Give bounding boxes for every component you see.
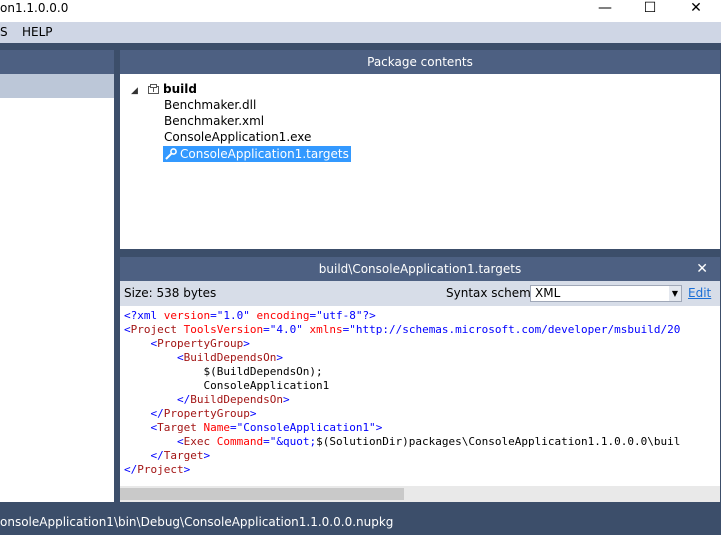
code-token: <: [124, 351, 184, 364]
code-token: =: [263, 435, 270, 448]
code-token: "4.0": [269, 323, 303, 336]
title-bar: on1.1.0.0.0 — ☐ ✕: [0, 0, 721, 22]
code-token: >: [276, 351, 283, 364]
code-token: >: [375, 421, 383, 434]
edit-link[interactable]: Edit: [688, 281, 711, 306]
code-token: >: [282, 393, 290, 406]
minimize-button[interactable]: —: [590, 0, 620, 18]
code-token: Target: [163, 449, 204, 462]
code-line: $(BuildDependsOn);: [124, 365, 323, 379]
code-line: <BuildDependsOn>: [124, 351, 283, 365]
code-token: version: [163, 309, 211, 322]
code-token: PropertyGroup: [157, 337, 244, 350]
code-token: ?>: [362, 309, 376, 322]
code-token: >: [183, 463, 191, 476]
status-file-path: onsoleApplication1\bin\Debug\ConsoleAppl…: [0, 515, 394, 529]
code-token: Project: [130, 323, 184, 336]
code-token: Command: [216, 435, 264, 448]
file-view-panel: build\ConsoleApplication1.targets ✕ Size…: [120, 257, 720, 502]
menu-bar: S HELP: [0, 22, 721, 43]
wrench-icon: [165, 148, 177, 160]
code-token: Exec: [183, 435, 217, 448]
code-token: >: [243, 337, 250, 350]
code-token: Project: [137, 463, 184, 476]
code-token: "&quot;: [269, 435, 317, 448]
left-panel: [0, 50, 114, 502]
tree-file-benchmaker-xml[interactable]: Benchmaker.xml: [164, 113, 264, 129]
menu-item-help[interactable]: HELP: [22, 22, 53, 43]
code-token: BuildDependsOn: [190, 393, 283, 406]
code-editor[interactable]: <?xml version="1.0" encoding="utf-8"?> <P…: [120, 309, 720, 484]
code-line: </BuildDependsOn>: [124, 393, 290, 407]
package-folder-icon: [148, 84, 159, 94]
tree-file-label: ConsoleApplication1.targets: [180, 147, 349, 161]
syntax-scheme-select[interactable]: XML ▼: [530, 285, 682, 302]
code-token: "1.0": [216, 309, 250, 322]
code-token: </: [124, 393, 191, 406]
code-token: =: [210, 309, 217, 322]
package-contents-header: Package contents: [120, 50, 720, 74]
chevron-down-icon[interactable]: ▼: [669, 286, 681, 301]
tree-file-label: Benchmaker.dll: [164, 98, 257, 112]
close-window-button[interactable]: ✕: [681, 0, 711, 18]
code-token: =: [263, 323, 270, 336]
code-token: <?xml: [124, 309, 164, 322]
tree-file-benchmaker-dll[interactable]: Benchmaker.dll: [164, 97, 256, 113]
status-bar: onsoleApplication1\bin\Debug\ConsoleAppl…: [0, 510, 721, 535]
file-view-header: build\ConsoleApplication1.targets ✕: [120, 257, 720, 281]
code-line: <Exec Command="&quot;$(SolutionDir)packa…: [124, 435, 680, 449]
code-token: "utf-8": [316, 309, 363, 322]
maximize-button[interactable]: ☐: [635, 0, 665, 18]
code-token: <: [124, 337, 158, 350]
code-token: ConsoleApplication1: [124, 379, 330, 392]
file-info-bar: Size: 538 bytes Syntax scheme: XML ▼ Edi…: [120, 281, 720, 306]
tree-file-consoleapplication1-exe[interactable]: ConsoleApplication1.exe: [164, 129, 311, 145]
code-token: encoding: [256, 309, 310, 322]
code-token: Target: [157, 421, 204, 434]
code-token: BuildDependsOn: [183, 351, 277, 364]
code-token: PropertyGroup: [163, 407, 250, 420]
code-line: <PropertyGroup>: [124, 337, 250, 351]
code-line: <Project ToolsVersion="4.0" xmlns="http:…: [124, 323, 680, 337]
code-token: Name: [203, 421, 230, 434]
code-line: </PropertyGroup>: [124, 407, 256, 421]
code-token: <: [124, 323, 131, 336]
code-token: $(BuildDependsOn);: [124, 365, 323, 378]
code-token: >: [203, 449, 211, 462]
code-line: </Project>: [124, 463, 190, 477]
code-token: $(SolutionDir)packages\ConsoleApplicatio…: [316, 435, 681, 448]
code-token: </: [124, 449, 164, 462]
package-contents-panel: Package contents ◢ build Benchmaker.dll …: [120, 50, 720, 249]
tree-file-consoleapplication1-targets[interactable]: ConsoleApplication1.targets: [163, 146, 351, 162]
scrollbar-thumb[interactable]: [120, 488, 404, 500]
code-token: =: [229, 421, 237, 434]
code-token: </: [124, 407, 164, 420]
syntax-scheme-value: XML: [535, 286, 561, 300]
code-token: ToolsVersion: [183, 323, 264, 336]
code-line: ConsoleApplication1: [124, 379, 329, 393]
left-panel-selected-item[interactable]: [0, 74, 114, 98]
tree-file-label: ConsoleApplication1.exe: [164, 130, 312, 144]
code-line: </Target>: [124, 449, 210, 463]
window-title: on1.1.0.0.0: [0, 1, 69, 15]
code-token: >: [249, 407, 257, 420]
code-token: xmlns: [309, 323, 343, 336]
syntax-scheme-label: Syntax scheme:: [446, 286, 543, 300]
code-line: <?xml version="1.0" encoding="utf-8"?>: [124, 309, 376, 323]
code-token: "http://schemas.microsoft.com/developer/…: [349, 323, 681, 336]
left-panel-header: [0, 50, 114, 74]
code-token: "ConsoleApplication1": [236, 421, 376, 434]
tree-folder-build[interactable]: build: [163, 81, 197, 97]
code-line: <Target Name="ConsoleApplication1">: [124, 421, 382, 435]
file-size-text: Size: 538 bytes: [124, 286, 217, 300]
file-view-title: build\ConsoleApplication1.targets: [318, 262, 522, 276]
code-token: <: [124, 421, 158, 434]
menu-item-tools[interactable]: S: [0, 22, 8, 43]
code-token: </: [124, 463, 138, 476]
collapse-triangle-icon[interactable]: ◢: [131, 86, 138, 96]
horizontal-scrollbar[interactable]: [120, 486, 720, 502]
tree-file-label: Benchmaker.xml: [164, 114, 265, 128]
close-icon[interactable]: ✕: [696, 257, 708, 281]
code-token: <: [124, 435, 184, 448]
